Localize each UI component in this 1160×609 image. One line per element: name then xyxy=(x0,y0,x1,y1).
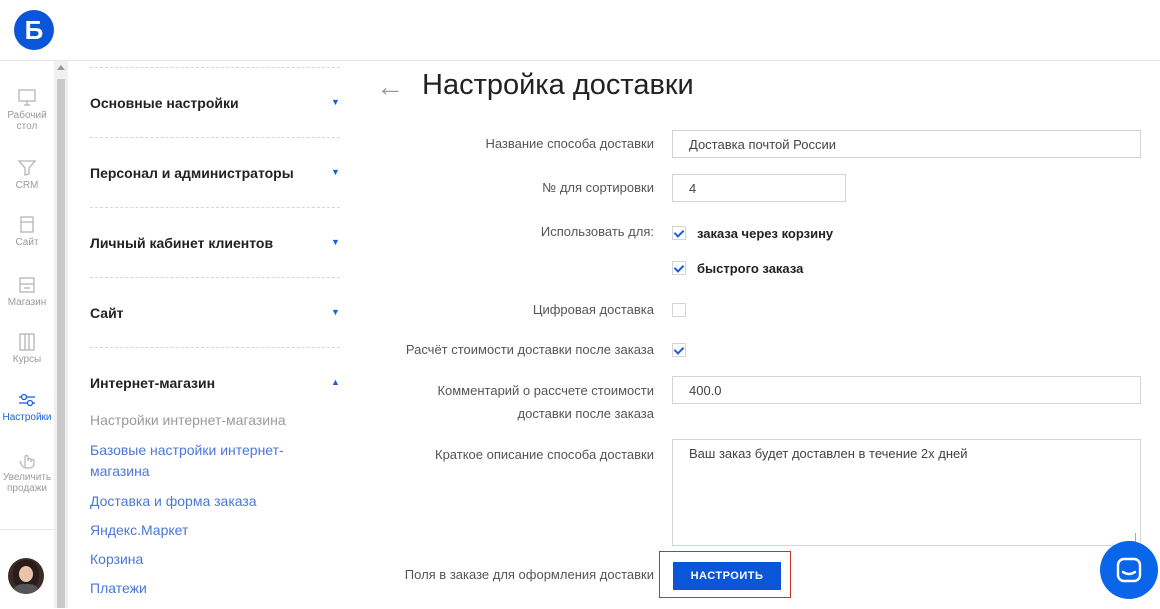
chevron-down-icon[interactable]: ▼ xyxy=(331,167,340,177)
scroll-thumb[interactable] xyxy=(57,79,65,608)
pages-icon xyxy=(20,216,34,233)
logo[interactable]: Б xyxy=(14,10,54,50)
menu-section-title: Сайт xyxy=(90,305,124,321)
menu-section-client-cabinet[interactable]: Личный кабинет клиентов ▼ xyxy=(90,207,340,278)
menu-section-title: Интернет-магазин xyxy=(90,375,216,391)
configure-button[interactable]: НАСТРОИТЬ xyxy=(673,562,781,590)
rail-item-label: Магазин xyxy=(7,297,47,308)
menu-section-title: Персонал и администраторы xyxy=(90,165,294,181)
digital-label: Цифровая доставка xyxy=(532,302,654,317)
submenu-shop-settings[interactable]: Настройки интернет-магазина xyxy=(90,410,320,431)
use-quick-checkbox[interactable] xyxy=(672,261,686,275)
use-cart-label: заказа через корзину xyxy=(697,226,834,241)
sort-order-input[interactable] xyxy=(672,174,846,202)
rail-item-label: Курсы xyxy=(12,354,42,365)
desc-label: Краткое описание способа доставки xyxy=(435,447,654,462)
rail-item-label: продажи xyxy=(7,483,47,494)
rail-item-grow-sales[interactable]: Увеличить продажи xyxy=(0,451,54,494)
calc-after-checkbox[interactable] xyxy=(672,343,686,357)
main-content: ← Настройка доставки Название способа до… xyxy=(370,61,1160,608)
submenu-yandex-market[interactable]: Яндекс.Маркет xyxy=(90,520,320,541)
rail-item-crm[interactable]: CRM xyxy=(0,159,54,191)
use-cart-checkbox[interactable] xyxy=(672,226,686,240)
description-textarea[interactable]: Ваш заказ будет доставлен в течение 2х д… xyxy=(672,439,1141,546)
rail-item-label: Сайт xyxy=(15,237,39,248)
back-arrow-icon[interactable]: ← xyxy=(376,71,404,103)
monitor-icon xyxy=(18,89,36,106)
order-fields-label: Поля в заказе для оформления доставки xyxy=(404,567,654,582)
chevron-down-icon[interactable]: ▼ xyxy=(331,97,340,107)
submenu-base-settings[interactable]: Базовые настройки интернет-магазина xyxy=(90,440,320,482)
comment-label: Комментарий о рассчете стоимости xyxy=(437,383,654,398)
store-icon xyxy=(19,277,35,293)
use-for-label: Использовать для: xyxy=(540,224,654,239)
rail-divider xyxy=(0,529,54,530)
rail-item-settings[interactable]: Настройки xyxy=(0,391,54,423)
submenu-delivery[interactable]: Доставка и форма заказа xyxy=(90,491,320,512)
delivery-name-input[interactable] xyxy=(672,130,1141,158)
hand-icon xyxy=(19,454,35,469)
name-label: Название способа доставки xyxy=(485,136,654,151)
columns-icon xyxy=(19,333,35,351)
menu-section-staff[interactable]: Персонал и администраторы ▼ xyxy=(90,137,340,208)
rail-item-label: Настройки xyxy=(2,412,52,423)
menu-section-title: Основные настройки xyxy=(90,95,239,111)
rail-item-site[interactable]: Сайт xyxy=(0,216,54,248)
chat-widget-button[interactable] xyxy=(1100,541,1158,599)
use-quick-label: быстрого заказа xyxy=(697,261,804,276)
sort-label: № для сортировки xyxy=(542,180,654,195)
menu-section-title: Личный кабинет клиентов xyxy=(90,235,274,251)
rail-item-dashboard[interactable]: Рабочий стол xyxy=(0,89,54,132)
comment-label-2: доставки после заказа xyxy=(517,406,654,421)
rail-item-label: CRM xyxy=(15,180,39,191)
sliders-icon xyxy=(19,393,35,407)
chat-icon xyxy=(1116,557,1142,583)
avatar-face xyxy=(19,566,33,582)
description-text: Ваш заказ будет доставлен в течение 2х д… xyxy=(689,446,968,461)
chevron-down-icon[interactable]: ▼ xyxy=(331,307,340,317)
settings-menu: Основные настройки ▼ Персонал и админист… xyxy=(90,61,345,608)
menu-section-shop[interactable]: Интернет-магазин ▲ Настройки интернет-ма… xyxy=(90,347,340,609)
scroll-up-icon[interactable] xyxy=(57,65,65,70)
rail-item-label: Увеличить xyxy=(2,472,52,483)
calc-after-label: Расчёт стоимости доставки после заказа xyxy=(405,342,654,357)
top-bar: Б xyxy=(0,0,1160,61)
submenu-payments[interactable]: Платежи xyxy=(90,578,320,599)
rail-item-label: стол xyxy=(16,121,38,132)
submenu-cart[interactable]: Корзина xyxy=(90,549,320,570)
chevron-down-icon[interactable]: ▼ xyxy=(331,237,340,247)
funnel-icon xyxy=(17,160,37,176)
app-rail: Рабочий стол CRM Сайт Магазин Курсы Наст… xyxy=(0,61,54,608)
avatar-body xyxy=(14,584,38,594)
rail-item-courses[interactable]: Курсы xyxy=(0,333,54,365)
page-title: Настройка доставки xyxy=(422,69,694,101)
rail-item-label: Рабочий xyxy=(7,110,47,121)
digital-delivery-checkbox[interactable] xyxy=(672,303,686,317)
menu-section-basic[interactable]: Основные настройки ▼ xyxy=(90,67,340,138)
avatar[interactable] xyxy=(8,558,44,594)
scrollbar[interactable] xyxy=(54,61,68,608)
chevron-up-icon[interactable]: ▲ xyxy=(331,377,340,387)
comment-input[interactable] xyxy=(672,376,1141,404)
rail-item-store[interactable]: Магазин xyxy=(0,276,54,308)
menu-section-site[interactable]: Сайт ▼ xyxy=(90,277,340,348)
